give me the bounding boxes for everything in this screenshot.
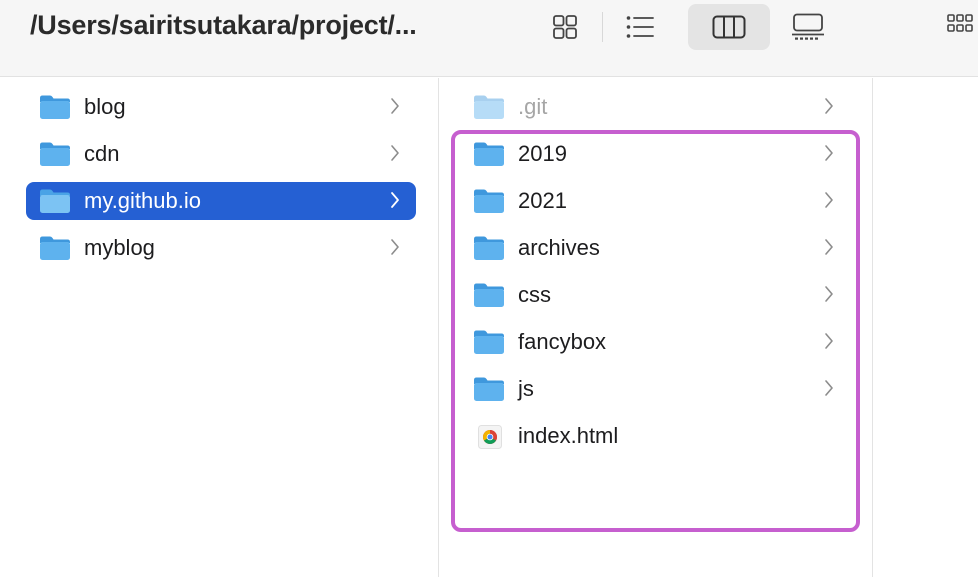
chevron-right-icon (391, 239, 399, 255)
chevron-right-icon (391, 192, 399, 208)
item-label: js (518, 376, 534, 401)
group-grid-icon (947, 14, 973, 32)
group-view-button[interactable] (946, 4, 978, 50)
item-label: fancybox (518, 329, 607, 354)
item-label: 2021 (518, 188, 567, 213)
folder-icon (474, 142, 504, 166)
item-label: cdn (84, 141, 120, 166)
item-label: .git (518, 94, 548, 119)
toolbar: /Users/sairitsutakara/project/... (0, 0, 978, 77)
list-item-folder[interactable]: 2021 (460, 182, 850, 220)
column-view-button[interactable] (688, 4, 770, 50)
column-preview (874, 78, 978, 577)
list-item-folder[interactable]: js (460, 370, 850, 408)
chevron-right-icon (825, 333, 833, 349)
list-item-folder-selected[interactable]: my.github.io (26, 182, 416, 220)
folder-icon (474, 377, 504, 401)
folder-icon (40, 142, 70, 166)
chevron-right-icon (825, 380, 833, 396)
item-label: myblog (84, 235, 155, 260)
folder-icon (40, 236, 70, 260)
item-label: my.github.io (84, 188, 201, 213)
chevron-right-icon (825, 286, 833, 302)
list-item-folder[interactable]: cdn (26, 135, 416, 173)
folder-icon (474, 236, 504, 260)
gallery-view-button[interactable] (785, 4, 831, 50)
item-label: css (518, 282, 551, 307)
chevron-right-icon (825, 98, 833, 114)
list-icon (626, 16, 654, 38)
list-item-folder[interactable]: archives (460, 229, 850, 267)
columns-icon (712, 15, 746, 39)
chevron-right-icon (825, 192, 833, 208)
list-item-hidden-folder[interactable]: .git (460, 88, 850, 126)
list-view-button[interactable] (618, 4, 662, 50)
folder-icon (474, 330, 504, 354)
folder-icon (474, 189, 504, 213)
folder-icon (40, 95, 70, 119)
folder-icon (474, 283, 504, 307)
chevron-right-icon (825, 239, 833, 255)
toolbar-separator (602, 12, 603, 42)
list-item-folder[interactable]: fancybox (460, 323, 850, 361)
path-title: /Users/sairitsutakara/project/... (30, 10, 417, 40)
item-label: blog (84, 94, 126, 119)
item-label: 2019 (518, 141, 567, 166)
gallery-icon (792, 13, 824, 40)
list-item-folder[interactable]: 2019 (460, 135, 850, 173)
chevron-right-icon (391, 98, 399, 114)
item-label: index.html (518, 423, 619, 448)
chevron-right-icon (391, 145, 399, 161)
list-item-folder[interactable]: blog (26, 88, 416, 126)
list-item-folder[interactable]: css (460, 276, 850, 314)
list-item-file[interactable]: index.html (460, 417, 850, 455)
folder-icon (474, 95, 504, 119)
chevron-right-icon (825, 145, 833, 161)
folder-icon (40, 189, 70, 213)
list-item-folder[interactable]: myblog (26, 229, 416, 267)
icon-view-button[interactable] (543, 4, 587, 50)
chrome-html-file-icon (478, 425, 502, 449)
item-label: archives (518, 235, 600, 260)
grid-icon (553, 15, 577, 39)
